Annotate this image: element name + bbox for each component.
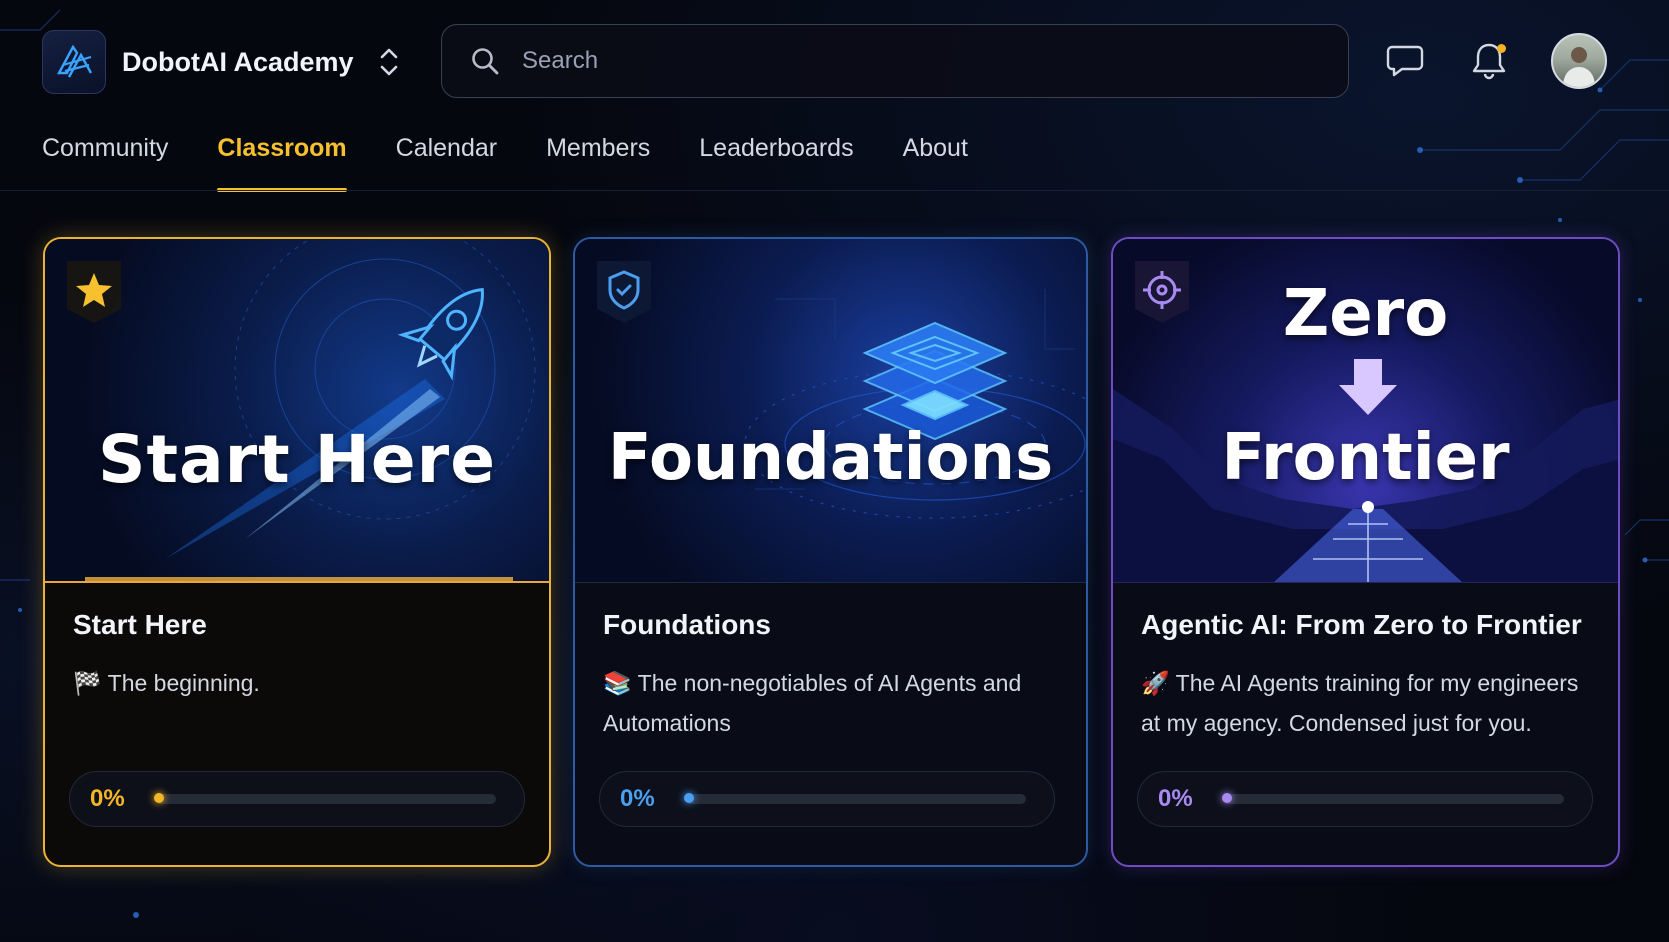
description-text: The non-negotiables of AI Agents and Aut… (603, 670, 1022, 736)
progress-track (684, 793, 1026, 804)
checkered-flag-emoji: 🏁 (73, 670, 102, 696)
course-card-agentic-ai[interactable]: Zero Frontier Agentic AI: From Zero to F… (1111, 237, 1620, 867)
course-banner[interactable]: Start Here (45, 239, 549, 583)
card-body: Start Here 🏁 The beginning. 0% (45, 583, 549, 865)
star-icon (61, 257, 127, 327)
tab-classroom[interactable]: Classroom (217, 128, 347, 192)
course-description: 🚀 The AI Agents training for my engineers… (1141, 663, 1590, 743)
chat-icon[interactable] (1384, 40, 1426, 82)
shield-check-icon (591, 257, 657, 327)
avatar[interactable] (1551, 33, 1607, 89)
course-description: 🏁 The beginning. (73, 663, 521, 703)
description-text: The beginning. (107, 670, 260, 696)
course-card-start-here[interactable]: Start Here Start Here 🏁 The beginning. 0% (43, 237, 551, 867)
search-bar[interactable] (441, 24, 1349, 98)
chevron-up-down-icon[interactable] (374, 44, 404, 80)
brand-logo[interactable] (42, 30, 106, 94)
nav-divider (0, 190, 1669, 191)
progress-bar: 0% (599, 771, 1055, 827)
tab-community[interactable]: Community (42, 128, 168, 192)
search-icon (468, 44, 502, 78)
logo-icon (56, 44, 93, 78)
course-description: 📚 The non-negotiables of AI Agents and Au… (603, 663, 1058, 743)
rocket-emoji: 🚀 (1141, 670, 1170, 696)
description-text: The AI Agents training for my engineers … (1141, 670, 1579, 736)
progress-knob (1222, 793, 1232, 803)
banner-title-top: Zero (1282, 277, 1449, 351)
course-banner[interactable]: Foundations (575, 239, 1086, 583)
progress-track (154, 793, 496, 804)
main-nav: Community Classroom Calendar Members Lea… (42, 128, 1017, 192)
tab-leaderboards[interactable]: Leaderboards (699, 128, 853, 192)
avatar-photo-icon (1563, 47, 1595, 87)
progress-percent: 0% (90, 785, 125, 812)
course-title[interactable]: Agentic AI: From Zero to Frontier (1141, 609, 1582, 641)
books-emoji: 📚 (603, 670, 632, 696)
tab-about[interactable]: About (903, 128, 968, 192)
course-card-foundations[interactable]: Foundations Foundations 📚 The non-negotia… (573, 237, 1088, 867)
tab-members[interactable]: Members (546, 128, 650, 192)
banner-title: Start Here (97, 421, 496, 498)
card-body: Foundations 📚 The non-negotiables of AI A… (575, 583, 1086, 865)
brand[interactable]: DobotAI Academy (42, 30, 354, 94)
progress-bar: 0% (1137, 771, 1593, 827)
progress-percent: 0% (620, 785, 655, 812)
banner-title: Foundations (607, 421, 1054, 495)
course-title[interactable]: Foundations (603, 609, 771, 641)
progress-knob (154, 793, 164, 803)
top-header: DobotAI Academy (0, 0, 1669, 124)
brand-name[interactable]: DobotAI Academy (122, 47, 354, 78)
notification-dot (1497, 44, 1506, 53)
tab-calendar[interactable]: Calendar (396, 128, 497, 192)
course-banner[interactable]: Zero Frontier (1113, 239, 1618, 583)
progress-percent: 0% (1158, 785, 1193, 812)
banner-title-bottom: Frontier (1221, 421, 1510, 495)
card-body: Agentic AI: From Zero to Frontier 🚀 The A… (1113, 583, 1618, 865)
progress-track (1222, 793, 1564, 804)
search-input[interactable] (522, 25, 1348, 97)
progress-knob (684, 793, 694, 803)
progress-bar: 0% (69, 771, 525, 827)
course-title[interactable]: Start Here (73, 609, 207, 641)
bell-icon[interactable] (1468, 40, 1510, 82)
